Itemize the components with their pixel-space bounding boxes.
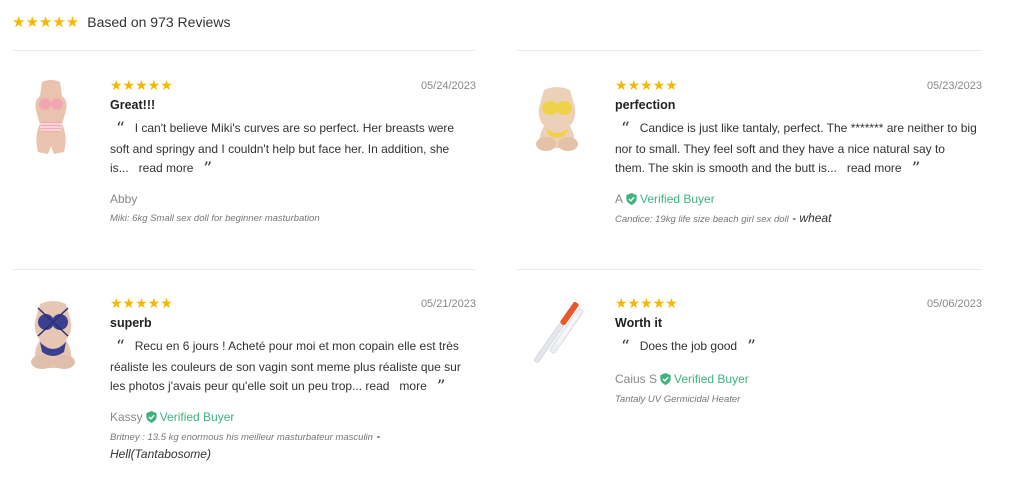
review-body: Does the job good [639,339,738,353]
review-text: “Recu en 6 jours ! Acheté pour moi et mo… [110,337,472,398]
product-link[interactable]: Tantaly UV Germicidal Heater [615,394,740,405]
review-author: A Verified Buyer [615,192,715,206]
review-date: 05/24/2023 [420,80,476,92]
divider [12,50,476,51]
divider [516,50,982,51]
product-link[interactable]: Miki: 6kg Small sex doll for beginner ma… [110,213,320,224]
author-name: A [615,192,624,206]
uv-wand-icon[interactable] [518,296,598,376]
product-thumbnail-icon[interactable] [18,76,84,156]
review-stars: ★★★★★ [615,77,678,93]
author-name: Caius S [615,372,658,386]
read-more-link[interactable]: more [399,379,426,393]
shield-check-icon [146,411,157,423]
review-date: 05/21/2023 [420,298,476,310]
review-author: Caius S Verified Buyer [615,372,749,386]
verified-buyer-badge: Verified Buyer [660,372,749,386]
review-text: “Candice is just like tantaly, perfect. … [615,119,977,180]
review-date: 05/23/2023 [926,80,982,92]
review-body: Candice is just like tantaly, perfect. T… [615,121,977,175]
shield-check-icon [626,193,637,205]
product-name[interactable]: Miki: 6kg Small sex doll for beginner ma… [110,210,320,227]
author-name: Abby [110,192,138,206]
review-title: Great!!! [110,98,156,112]
close-quote-icon: ” [747,337,756,357]
summary-stars: ★★★★★ [12,13,80,31]
product-name[interactable]: Britney : 13.5 kg enormous his meilleur … [110,428,430,464]
close-quote-icon: ” [911,159,921,179]
product-variant: - wheat [788,211,832,225]
product-thumbnail-icon[interactable] [20,296,86,376]
review-title: Worth it [615,316,662,330]
open-quote-icon: “ [621,119,630,139]
review-text: “ Does the job good ” [615,337,977,358]
verified-label: Verified Buyer [159,410,235,424]
verified-buyer-badge: Verified Buyer [146,410,235,424]
product-link[interactable]: Britney : 13.5 kg enormous his meilleur … [110,432,373,443]
product-thumbnail-icon[interactable] [524,80,590,160]
read-more-link[interactable]: read more [847,161,902,175]
review-count: Based on 973 Reviews [87,14,231,30]
review-author: Abby [110,192,137,206]
shield-check-icon [660,373,671,385]
product-name[interactable]: Tantaly UV Germicidal Heater [615,391,740,408]
verified-label: Verified Buyer [640,192,715,206]
review-stars: ★★★★★ [110,295,173,311]
verified-buyer-badge: Verified Buyer [626,192,715,206]
review-text: “I can't believe Miki's curves are so pe… [110,119,464,180]
review-stars: ★★★★★ [615,295,678,311]
author-name: Kassy [110,410,143,424]
review-author: Kassy Verified Buyer [110,410,234,424]
read-more-link[interactable]: read more [139,161,194,175]
product-name[interactable]: Candice: 19kg life size beach girl sex d… [615,210,831,228]
rating-summary: ★★★★★ Based on 973 Reviews [12,14,230,30]
review-title: perfection [615,98,676,112]
verified-label: Verified Buyer [674,372,749,386]
review-title: superb [110,316,152,330]
open-quote-icon: “ [116,337,125,357]
divider [516,269,982,270]
open-quote-icon: “ [621,337,630,357]
close-quote-icon: ” [436,377,446,397]
divider [12,269,476,270]
close-quote-icon: ” [203,159,213,179]
review-stars: ★★★★★ [110,77,173,93]
review-date: 05/06/2023 [926,298,982,310]
product-link[interactable]: Candice: 19kg life size beach girl sex d… [615,214,789,225]
open-quote-icon: “ [116,119,125,139]
